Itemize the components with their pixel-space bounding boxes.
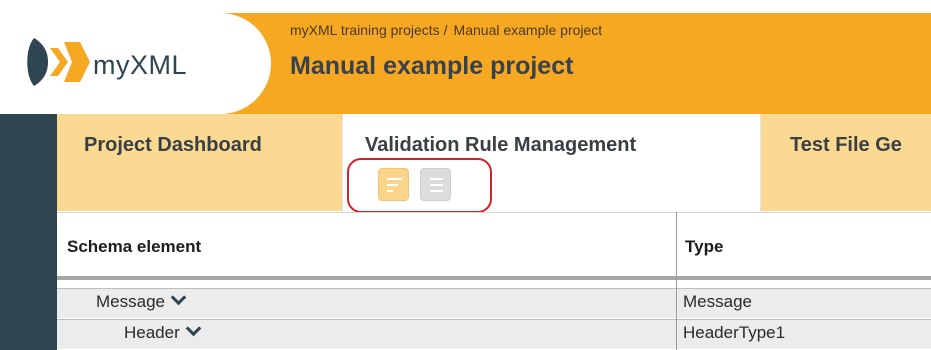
- page-title: Manual example project: [290, 52, 574, 80]
- tab-label: Project Dashboard: [84, 134, 262, 156]
- column-header-schema-element[interactable]: Schema element: [67, 237, 201, 257]
- tab-project-dashboard[interactable]: Project Dashboard: [57, 114, 342, 211]
- column-divider: [676, 212, 677, 350]
- type-cell: Message: [683, 292, 752, 311]
- breadcrumb-current: Manual example project: [453, 22, 603, 38]
- myxml-logo-icon: [27, 38, 90, 86]
- schema-element-cell[interactable]: Header: [124, 320, 202, 343]
- logo-text: myXML: [93, 50, 188, 80]
- row-divider: [57, 319, 931, 320]
- highlight-annotation: [347, 158, 492, 213]
- left-sidebar-rail: [0, 114, 57, 350]
- tab-test-file-generation[interactable]: Test File Ge: [762, 114, 931, 211]
- chevron-down-icon[interactable]: [185, 320, 202, 337]
- table-row[interactable]: [57, 288, 931, 318]
- breadcrumb-separator: /: [443, 22, 448, 38]
- tab-label: Validation Rule Management: [365, 134, 637, 156]
- breadcrumb: myXML training projects / Manual example p…: [290, 22, 602, 38]
- type-cell: HeaderType1: [683, 323, 786, 342]
- breadcrumb-parent-link[interactable]: myXML training projects: [290, 22, 440, 38]
- schema-element-label: Header: [124, 323, 180, 342]
- header-divider: [57, 276, 931, 280]
- row-divider: [57, 288, 931, 289]
- schema-element-label: Message: [96, 292, 165, 311]
- chevron-down-icon[interactable]: [170, 289, 187, 306]
- tab-label: Test File Ge: [790, 134, 902, 156]
- schema-element-cell[interactable]: Message: [96, 289, 187, 312]
- column-header-type[interactable]: Type: [685, 237, 723, 257]
